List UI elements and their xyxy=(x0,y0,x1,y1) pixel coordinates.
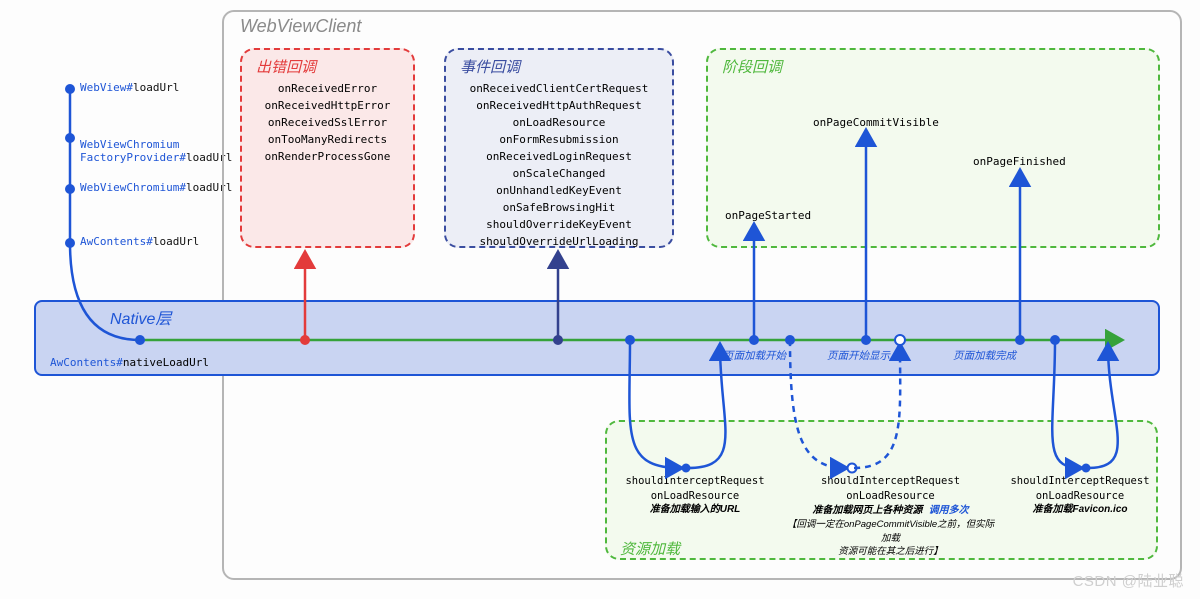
native-call-label: AwContents#nativeLoadUrl xyxy=(50,356,209,369)
timeline-label-done: 页面加载完成 xyxy=(953,348,1016,363)
chain-dot xyxy=(65,184,75,194)
chain-dot xyxy=(65,238,75,248)
error-callback-box: 出错回调 onReceivedErroronReceivedHttpErroro… xyxy=(240,48,415,248)
resource-col-0: shouldInterceptRequest onLoadResource 准备… xyxy=(620,474,770,517)
timeline-label-start: 页面加载开始 xyxy=(723,348,786,363)
watermark: CSDN @陆业聪 xyxy=(1073,570,1184,591)
chain-step-3: AwContents#loadUrl xyxy=(80,235,199,248)
chain-step-0: WebView#loadUrl xyxy=(80,81,179,94)
event-callback-box: 事件回调 onReceivedClientCertRequestonReceiv… xyxy=(444,48,674,248)
error-callback-title: 出错回调 xyxy=(256,56,316,77)
event-callback-title: 事件回调 xyxy=(460,56,520,77)
chain-dot xyxy=(65,133,75,143)
native-layer-title: Native层 xyxy=(110,305,171,329)
resource-col-1: shouldInterceptRequest onLoadResource 准备… xyxy=(783,474,998,558)
resource-col-2: shouldInterceptRequest onLoadResource 准备… xyxy=(1005,474,1155,517)
resource-loading-title: 资源加载 xyxy=(620,538,680,559)
timeline-label-show: 页面开始显示 xyxy=(827,348,890,363)
chain-step-1: WebViewChromium FactoryProvider#loadUrl xyxy=(80,125,232,164)
error-callback-list: onReceivedErroronReceivedHttpErroronRece… xyxy=(256,80,399,165)
chain-step-2: WebViewChromium#loadUrl xyxy=(80,181,232,194)
stage-onpagecommitvisible: onPageCommitVisible xyxy=(813,116,939,129)
stage-onpagestarted: onPageStarted xyxy=(725,209,811,222)
event-callback-list: onReceivedClientCertRequestonReceivedHtt… xyxy=(460,80,658,250)
stage-callback-title: 阶段回调 xyxy=(722,56,782,77)
stage-onpagefinished: onPageFinished xyxy=(973,155,1066,168)
webviewclient-title: WebViewClient xyxy=(240,16,361,37)
chain-dot xyxy=(65,84,75,94)
